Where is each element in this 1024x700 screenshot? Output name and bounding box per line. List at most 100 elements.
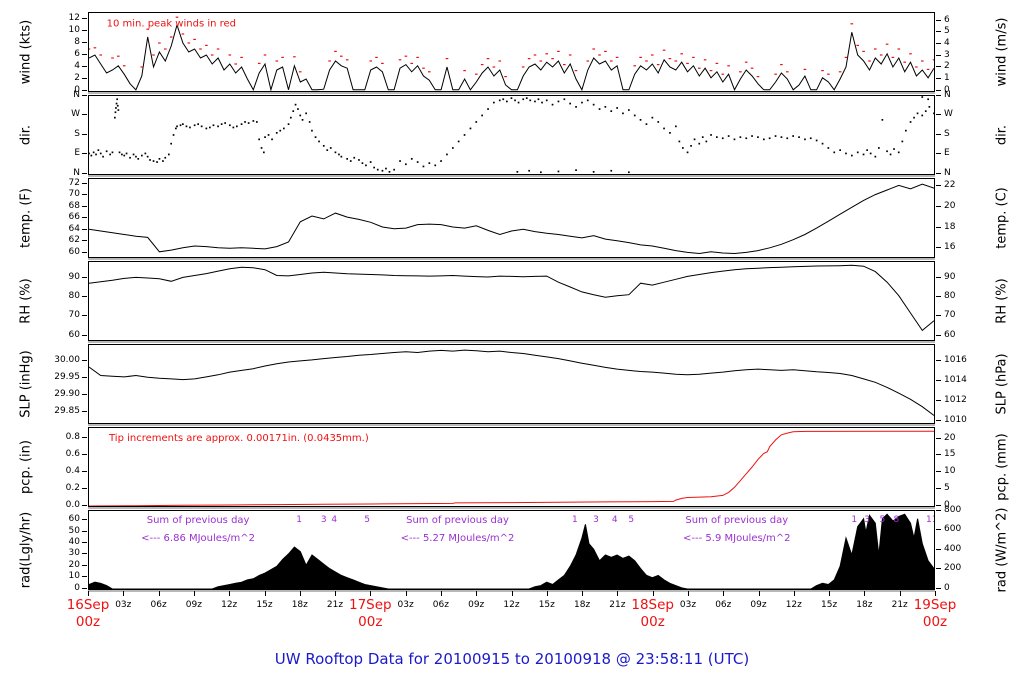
direction-tick-label-r: S xyxy=(944,128,950,139)
wind-right-axis-title: wind (m/s) xyxy=(994,17,1010,87)
wind-tick-label-l: 4 xyxy=(74,60,80,71)
sea-level-pressure-tick-label-l: 30.00 xyxy=(54,355,80,366)
relative-humidity-tick-label-l: 80 xyxy=(68,291,80,302)
wind-tick-r xyxy=(936,66,941,68)
sea-level-pressure-tick-label-l: 29.85 xyxy=(54,406,80,417)
svg-text:1: 1 xyxy=(851,515,857,525)
x-axis-tick xyxy=(511,591,513,596)
precipitation-tick-r xyxy=(936,437,941,439)
sea-level-pressure-tick-label-l: 29.90 xyxy=(54,389,80,400)
svg-text:Tip increments are approx. 0.0: Tip increments are approx. 0.00171in. (0… xyxy=(108,433,369,444)
solar-radiation-tick-l xyxy=(82,530,87,532)
x-axis-minor-label: 03z xyxy=(679,600,697,610)
wind-plot-svg: 10 min. peak winds in red xyxy=(89,16,934,91)
temperature-right-axis-title: temp. (C) xyxy=(994,187,1010,249)
x-axis-time-label: 00z xyxy=(75,614,101,630)
svg-text:5: 5 xyxy=(628,515,634,525)
sea-level-pressure-tick-r xyxy=(936,399,941,401)
temperature-tick-l xyxy=(82,217,87,219)
x-axis-tick xyxy=(652,591,654,596)
svg-text:1: 1 xyxy=(296,515,302,525)
solar-radiation-tick-r xyxy=(936,587,941,589)
humidity-plot-area xyxy=(88,261,935,341)
svg-text:3: 3 xyxy=(864,515,870,525)
x-axis-tick xyxy=(582,591,584,596)
direction-tick-l xyxy=(82,133,87,135)
x-axis-tick xyxy=(617,591,619,596)
relative-humidity-tick-l xyxy=(82,276,87,278)
svg-text:5: 5 xyxy=(364,515,370,525)
x-axis-minor-label: 06z xyxy=(150,600,167,610)
relative-humidity-tick-r xyxy=(936,315,941,317)
humidity-right-axis-title: RH (%) xyxy=(994,278,1010,324)
relative-humidity-tick-l xyxy=(82,334,87,336)
temperature-tick-label-l: 64 xyxy=(68,223,80,234)
sea-level-pressure-tick-label-r: 1014 xyxy=(944,374,967,385)
svg-text:3: 3 xyxy=(321,515,327,525)
direction-tick-label-l: W xyxy=(71,109,80,119)
x-axis-minor-label: 09z xyxy=(750,600,767,610)
direction-tick-r xyxy=(936,94,941,96)
x-axis-tick xyxy=(899,591,901,596)
solar-radiation-tick-label-r: 200 xyxy=(944,563,962,573)
svg-text:1: 1 xyxy=(572,515,578,525)
solar-radiation-tick-l xyxy=(82,519,87,521)
precipitation-tick-label-r: 15 xyxy=(944,449,956,460)
panel-humidity: RH (%) RH (%) 60 70 80 90 60 70 80 90 xyxy=(0,261,1024,341)
sea-level-pressure-tick-l xyxy=(82,377,87,379)
solar-radiation-tick-r xyxy=(936,548,941,550)
relative-humidity-tick-r xyxy=(936,334,941,336)
direction-right-axis-title: dir. xyxy=(994,124,1010,146)
precipitation-tick-r xyxy=(936,487,941,489)
solar-radiation-tick-label-r: 400 xyxy=(944,543,962,554)
x-axis-time-label: 00z xyxy=(358,614,383,630)
solar-radiation-tick-l xyxy=(82,587,87,589)
temperature-tick-r xyxy=(936,226,941,228)
temperature-tick-l xyxy=(82,252,87,254)
direction-tick-l xyxy=(82,94,87,96)
direction-tick-label-r: E xyxy=(944,148,950,158)
solar-radiation-tick-label-r: 800 xyxy=(944,504,962,515)
panel-temperature: temp. (F) temp. (C) 60 62 64 66 68 70 72 16 18 20… xyxy=(0,178,1024,258)
temperature-tick-l xyxy=(82,205,87,207)
svg-text:11: 11 xyxy=(926,515,934,525)
x-axis-minor-label: 18z xyxy=(856,600,873,610)
precipitation-tick-l xyxy=(82,504,87,506)
x-axis-tick xyxy=(88,591,89,596)
svg-text:5: 5 xyxy=(880,515,886,525)
direction-tick-r xyxy=(936,172,941,174)
solar-radiation-tick-l xyxy=(82,576,87,578)
relative-humidity-tick-label-r: 80 xyxy=(944,291,956,302)
x-axis-time-label: 00z xyxy=(640,614,665,630)
wind-tick-label-r: 3 xyxy=(944,49,950,60)
direction-tick-l xyxy=(82,153,87,154)
x-axis-minor-label: 09z xyxy=(185,600,202,610)
svg-text:<--- 5.9 MJoules/m^2: <--- 5.9 MJoules/m^2 xyxy=(683,533,791,544)
precipitation-tick-r xyxy=(936,504,941,506)
wind-tick-label-l: 10 xyxy=(68,24,80,35)
pressure-plot-area xyxy=(88,344,935,424)
wind-tick-l xyxy=(82,17,87,19)
solar-radiation-tick-label-l: 30 xyxy=(68,548,80,559)
x-axis-minor-label: 12z xyxy=(221,600,238,610)
wind-tick-l xyxy=(82,53,87,55)
temperature-tick-l xyxy=(82,240,87,242)
direction-tick-label-r: N xyxy=(944,89,951,100)
temperature-tick-r xyxy=(936,185,941,186)
x-axis-time-label: 00z xyxy=(922,614,948,630)
radiation-plot-svg: Sum of previous day <--- 6.86 MJoules/m^2… xyxy=(89,513,934,589)
solar-radiation-tick-r xyxy=(936,568,941,569)
precipitation-tick-label-r: 10 xyxy=(944,466,956,477)
direction-tick-l xyxy=(82,172,87,174)
sea-level-pressure-tick-l xyxy=(82,360,87,362)
solar-radiation-tick-label-l: 40 xyxy=(68,537,80,548)
x-axis-minor-label: 06z xyxy=(715,600,732,610)
wind-plot-area: 10 min. peak winds in red xyxy=(88,12,935,92)
wind-tick-l xyxy=(82,65,87,67)
direction-tick-r xyxy=(936,153,941,154)
precipitation-tick-l xyxy=(82,487,87,489)
direction-tick-r xyxy=(936,133,941,135)
x-axis-tick xyxy=(193,591,195,596)
svg-text:3: 3 xyxy=(593,515,599,525)
wind-tick-r xyxy=(936,54,941,56)
